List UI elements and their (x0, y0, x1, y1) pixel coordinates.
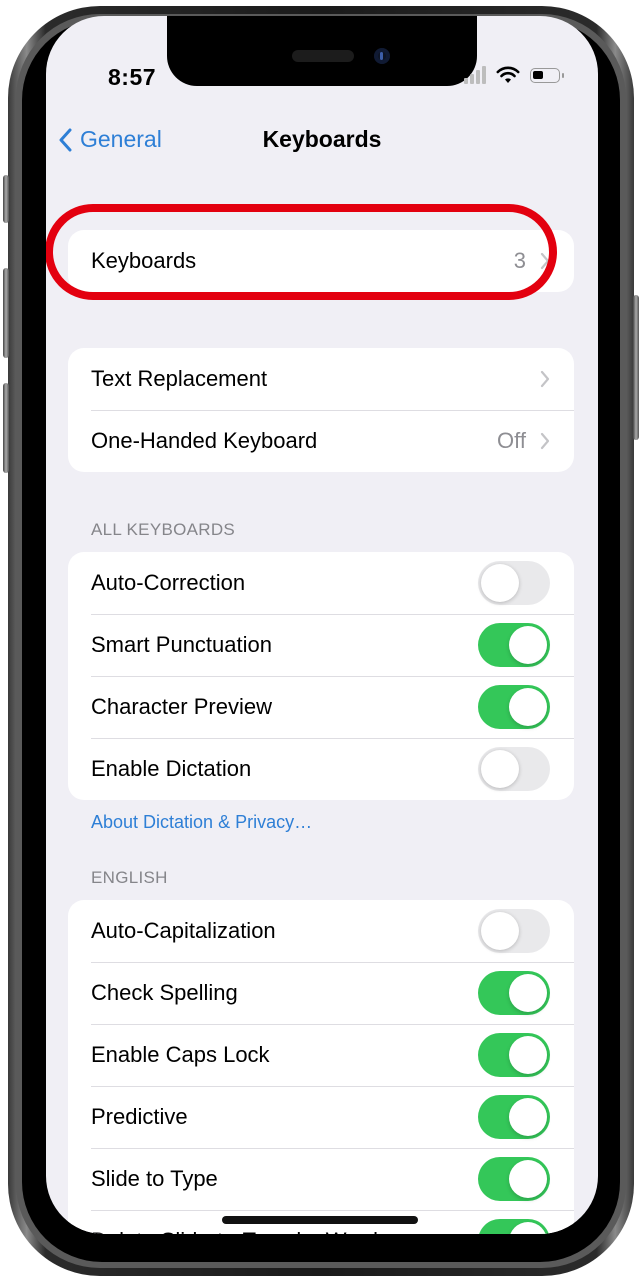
enable-dictation-toggle[interactable] (478, 747, 550, 791)
cellular-signal-icon (464, 66, 486, 84)
slide-to-type-toggle[interactable] (478, 1157, 550, 1201)
row-label: Keyboards (91, 248, 197, 273)
row-label: One-Handed Keyboard (91, 428, 318, 453)
row-label: Character Preview (91, 694, 272, 719)
volume-up-button (3, 268, 9, 358)
check-spelling-toggle[interactable] (478, 971, 550, 1015)
character-preview-toggle[interactable] (478, 685, 550, 729)
row-value: Off (497, 428, 526, 453)
text-replacement-row[interactable]: Text Replacement (68, 348, 574, 410)
row-label: Delete Slide-to-Type by Word (91, 1228, 478, 1234)
slide-to-type-row: Slide to Type (68, 1148, 574, 1210)
about-dictation-link[interactable]: About Dictation & Privacy… (91, 812, 312, 833)
all-keyboards-group: Auto-Correction Smart Punctuation Charac… (68, 552, 574, 800)
row-label: Enable Caps Lock (91, 1042, 270, 1067)
side-button (633, 295, 639, 440)
english-group: Auto-Capitalization Check Spelling Enabl… (68, 900, 574, 1234)
auto-correction-toggle[interactable] (478, 561, 550, 605)
row-label: Predictive (91, 1104, 188, 1129)
auto-capitalization-row: Auto-Capitalization (68, 900, 574, 962)
section-header-english: ENGLISH (91, 868, 168, 887)
enable-caps-lock-toggle[interactable] (478, 1033, 550, 1077)
wifi-icon (496, 66, 520, 83)
auto-capitalization-toggle[interactable] (478, 909, 550, 953)
chevron-right-icon (540, 432, 550, 450)
check-spelling-row: Check Spelling (68, 962, 574, 1024)
enable-caps-lock-row: Enable Caps Lock (68, 1024, 574, 1086)
speaker-grille (292, 50, 354, 62)
chevron-right-icon (540, 252, 550, 270)
predictive-row: Predictive (68, 1086, 574, 1148)
row-label: Auto-Correction (91, 570, 246, 595)
row-label: Check Spelling (91, 980, 238, 1005)
delete-slide-to-type-toggle[interactable] (478, 1219, 550, 1234)
predictive-toggle[interactable] (478, 1095, 550, 1139)
row-label: Enable Dictation (91, 756, 252, 781)
one-handed-keyboard-row[interactable]: One-Handed Keyboard Off (68, 410, 574, 472)
row-label: Text Replacement (91, 366, 268, 391)
keyboards-group: Keyboards 3 (68, 230, 574, 292)
mute-switch (3, 175, 9, 223)
front-camera (374, 48, 390, 64)
status-icons (464, 66, 564, 84)
smart-punctuation-toggle[interactable] (478, 623, 550, 667)
navigation-bar: General Keyboards (46, 122, 598, 170)
screen: 8:57 General Keyboards Keyboards 3 Text … (46, 16, 598, 1234)
phone-bezel: 8:57 General Keyboards Keyboards 3 Text … (22, 16, 620, 1262)
notch (167, 16, 477, 86)
smart-punctuation-row: Smart Punctuation (68, 614, 574, 676)
chevron-right-icon (540, 370, 550, 388)
auto-correction-row: Auto-Correction (68, 552, 574, 614)
character-preview-row: Character Preview (68, 676, 574, 738)
volume-down-button (3, 383, 9, 473)
enable-dictation-row: Enable Dictation (68, 738, 574, 800)
battery-icon (530, 67, 564, 83)
home-indicator[interactable] (222, 1216, 418, 1224)
keyboards-row[interactable]: Keyboards 3 (68, 230, 574, 292)
page-title: Keyboards (262, 126, 382, 152)
options-group: Text Replacement One-Handed Keyboard Off (68, 348, 574, 472)
row-label: Slide to Type (91, 1166, 218, 1191)
status-time: 8:57 (108, 64, 157, 90)
row-label: Auto-Capitalization (91, 918, 276, 943)
row-label: Smart Punctuation (91, 632, 272, 657)
keyboards-count: 3 (513, 248, 526, 273)
section-header-all-keyboards: ALL KEYBOARDS (91, 520, 236, 539)
